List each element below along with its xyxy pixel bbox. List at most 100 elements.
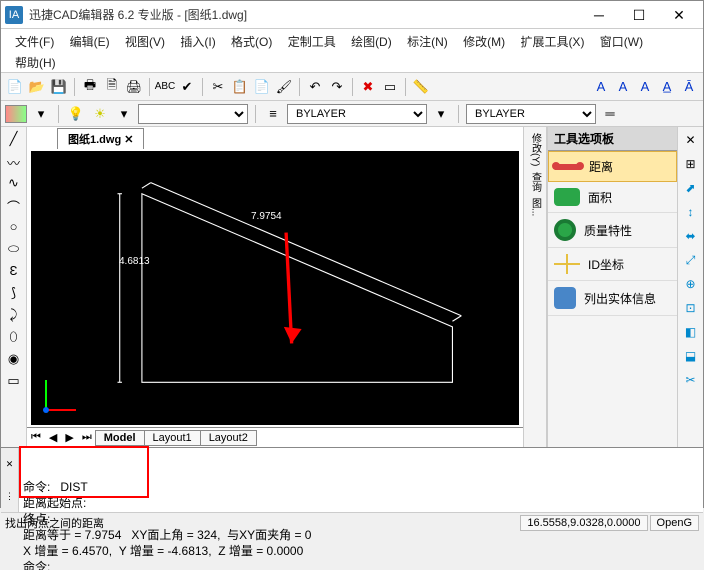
lineweight-combo[interactable]: BYLAYER bbox=[466, 104, 596, 124]
menu-format[interactable]: 格式(O) bbox=[225, 31, 278, 52]
status-render: OpenG bbox=[650, 515, 699, 531]
vtab-modify[interactable]: 修改(Y) bbox=[528, 133, 543, 166]
menu-insert[interactable]: 插入(I) bbox=[174, 31, 221, 52]
mod5-icon[interactable]: ⊕ bbox=[682, 277, 700, 295]
plot-icon[interactable]: 🖨 bbox=[124, 77, 144, 97]
measure-icon[interactable]: 📏 bbox=[411, 77, 431, 97]
layer-dd-icon[interactable]: ▾ bbox=[114, 104, 134, 124]
mod4-icon[interactable]: ⤢ bbox=[682, 253, 700, 271]
linetype-icon[interactable]: ≡ bbox=[263, 104, 283, 124]
delete-icon[interactable]: ✖ bbox=[358, 77, 378, 97]
menu-modify[interactable]: 修改(M) bbox=[457, 31, 511, 52]
list-icon bbox=[554, 287, 576, 309]
close-button[interactable]: ✕ bbox=[659, 2, 699, 28]
tab-next-icon[interactable]: ▶ bbox=[61, 431, 77, 444]
freeline-icon[interactable]: Ɛ bbox=[5, 263, 23, 281]
canvas[interactable]: 7.9754 4.6813 bbox=[31, 151, 519, 425]
draw-toolbar: ╱ 〰 ∿ ⌒ ○ ⬭ Ɛ ⟆ ⤸ ⬯ ◉ ▭ bbox=[1, 127, 27, 447]
menu-edit[interactable]: 编辑(E) bbox=[64, 31, 116, 52]
tab-layout2[interactable]: Layout2 bbox=[200, 430, 257, 446]
ellipse-icon[interactable]: ⬭ bbox=[5, 241, 23, 259]
save-icon[interactable]: 💾 bbox=[49, 77, 69, 97]
pal-close-icon[interactable]: ✕ bbox=[682, 133, 700, 151]
menu-help[interactable]: 帮助(H) bbox=[9, 52, 62, 73]
ellipse2-icon[interactable]: ⬯ bbox=[5, 329, 23, 347]
drawing-svg bbox=[31, 151, 519, 425]
text-a1-icon[interactable]: A bbox=[591, 77, 611, 97]
menu-view[interactable]: 视图(V) bbox=[119, 31, 171, 52]
mod9-icon[interactable]: ✂ bbox=[682, 373, 700, 391]
lw-icon[interactable]: ═ bbox=[600, 104, 620, 124]
modify-toolbar: ✕ ⊞ ⬈ ↕ ⬌ ⤢ ⊕ ⊡ ◧ ⬓ ✂ bbox=[677, 127, 703, 447]
match-icon[interactable]: 🖌 bbox=[274, 77, 294, 97]
pal-id[interactable]: ID坐标 bbox=[548, 248, 677, 281]
layer-combo[interactable] bbox=[138, 104, 248, 124]
copy-icon[interactable]: 📋 bbox=[230, 77, 250, 97]
arc3-icon[interactable]: ⤸ bbox=[5, 307, 23, 325]
preview-icon[interactable]: 🗎 bbox=[102, 77, 122, 97]
pal-list[interactable]: 列出实体信息 bbox=[548, 281, 677, 316]
menu-file[interactable]: 文件(F) bbox=[9, 31, 60, 52]
tab-first-icon[interactable]: ⏮ bbox=[27, 431, 45, 444]
vtab-inquiry[interactable]: 查询 bbox=[528, 172, 543, 192]
text-a2-icon[interactable]: A bbox=[613, 77, 633, 97]
bulb-icon[interactable]: 💡 bbox=[66, 104, 86, 124]
pal-distance[interactable]: 距离 bbox=[548, 151, 677, 182]
mod3-icon[interactable]: ⬌ bbox=[682, 229, 700, 247]
undo-icon[interactable]: ↶ bbox=[305, 77, 325, 97]
main-area: ╱ 〰 ∿ ⌒ ○ ⬭ Ɛ ⟆ ⤸ ⬯ ◉ ▭ 图纸1.dwg ✕ bbox=[1, 127, 703, 447]
pal-label: ID坐标 bbox=[588, 256, 624, 273]
rect-icon[interactable]: ▭ bbox=[5, 373, 23, 391]
mod7-icon[interactable]: ◧ bbox=[682, 325, 700, 343]
tab-layout1[interactable]: Layout1 bbox=[144, 430, 201, 446]
lt-dd-icon[interactable]: ▾ bbox=[431, 104, 451, 124]
menu-dim[interactable]: 标注(N) bbox=[401, 31, 454, 52]
menu-window[interactable]: 窗口(W) bbox=[594, 31, 649, 52]
mod8-icon[interactable]: ⬓ bbox=[682, 349, 700, 367]
new-icon[interactable]: 📄 bbox=[5, 77, 25, 97]
select-icon[interactable]: ▭ bbox=[380, 77, 400, 97]
text-a4-icon[interactable]: A̲ bbox=[657, 77, 677, 97]
spell-icon[interactable]: ✔ bbox=[177, 77, 197, 97]
maximize-button[interactable]: ☐ bbox=[619, 2, 659, 28]
paste-icon[interactable]: 📄 bbox=[252, 77, 272, 97]
spline-icon[interactable]: ∿ bbox=[5, 175, 23, 193]
print-icon[interactable]: 🖶 bbox=[80, 77, 100, 97]
tab-model[interactable]: Model bbox=[95, 430, 145, 446]
text-a5-icon[interactable]: Ā bbox=[679, 77, 699, 97]
dim-height: 4.6813 bbox=[119, 256, 150, 267]
find-icon[interactable]: ABC bbox=[155, 77, 175, 97]
sun-icon[interactable]: ☀ bbox=[90, 104, 110, 124]
arc2-icon[interactable]: ⟆ bbox=[5, 285, 23, 303]
line-icon[interactable]: ╱ bbox=[5, 131, 23, 149]
open-icon[interactable]: 📂 bbox=[27, 77, 47, 97]
tab-last-icon[interactable]: ⏭ bbox=[78, 431, 96, 444]
menu-draw[interactable]: 绘图(D) bbox=[345, 31, 398, 52]
vtab-layer[interactable]: 图... bbox=[528, 198, 543, 216]
circle-icon[interactable]: ○ bbox=[5, 219, 23, 237]
command-text[interactable]: 命令: DIST 距离起始点: 终点: 距离等于 = 7.9754 XY面上角 … bbox=[19, 448, 703, 512]
pal-label: 质量特性 bbox=[584, 222, 632, 239]
menu-ext[interactable]: 扩展工具(X) bbox=[514, 31, 590, 52]
minimize-button[interactable]: ─ bbox=[579, 2, 619, 28]
tab-prev-icon[interactable]: ◀ bbox=[45, 431, 61, 444]
layer-color-swatch[interactable] bbox=[5, 105, 27, 123]
cut-icon[interactable]: ✂ bbox=[208, 77, 228, 97]
dropdown-icon[interactable]: ▾ bbox=[31, 104, 51, 124]
window-title: 迅捷CAD编辑器 6.2 专业版 - [图纸1.dwg] bbox=[29, 6, 579, 23]
mod2-icon[interactable]: ↕ bbox=[682, 205, 700, 223]
mod6-icon[interactable]: ⊡ bbox=[682, 301, 700, 319]
arc-icon[interactable]: ⌒ bbox=[5, 197, 23, 215]
linetype-combo[interactable]: BYLAYER bbox=[287, 104, 427, 124]
cmd-grip[interactable]: ✕⋮ bbox=[1, 448, 19, 512]
pal-menu-icon[interactable]: ⊞ bbox=[682, 157, 700, 175]
pline-icon[interactable]: 〰 bbox=[5, 153, 23, 171]
file-tab[interactable]: 图纸1.dwg ✕ bbox=[57, 128, 144, 149]
menu-custom[interactable]: 定制工具 bbox=[282, 31, 342, 52]
mod1-icon[interactable]: ⬈ bbox=[682, 181, 700, 199]
pal-area[interactable]: 面积 bbox=[548, 182, 677, 213]
text-a3-icon[interactable]: A bbox=[635, 77, 655, 97]
donut-icon[interactable]: ◉ bbox=[5, 351, 23, 369]
redo-icon[interactable]: ↷ bbox=[327, 77, 347, 97]
pal-mass[interactable]: 质量特性 bbox=[548, 213, 677, 248]
